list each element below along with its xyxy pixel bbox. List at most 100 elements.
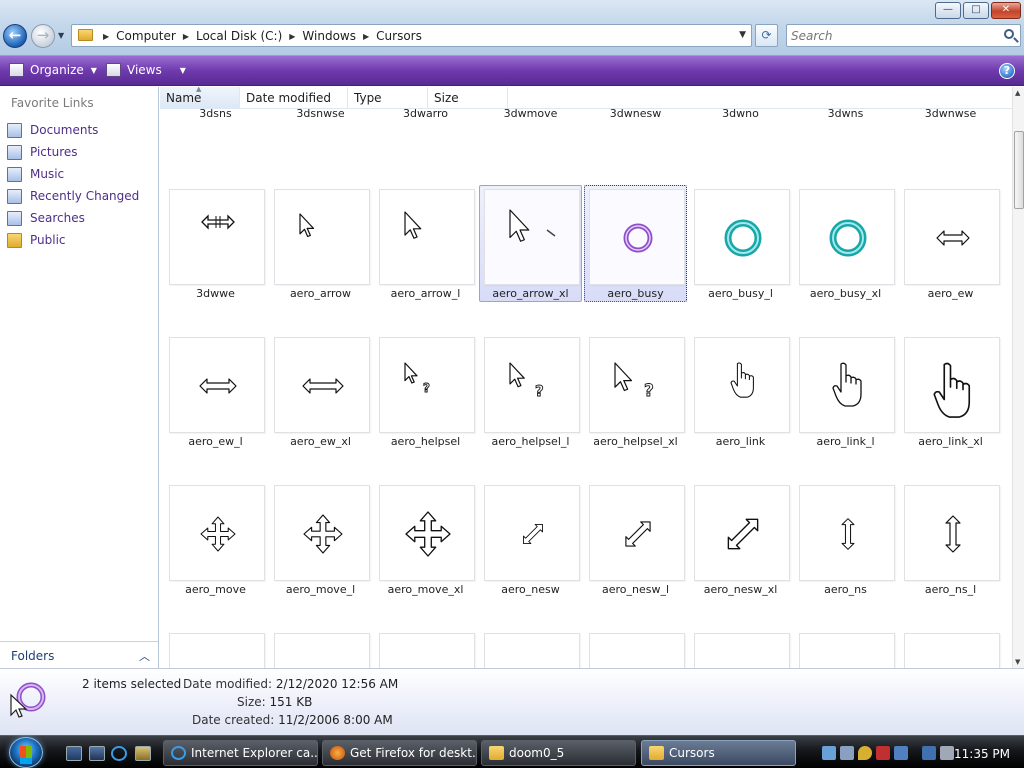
file-item-partial[interactable] [584,629,687,668]
chevron-right-icon[interactable]: ▶ [363,32,369,41]
file-item[interactable]: aero_move_l [269,481,372,598]
file-item-partial[interactable] [269,629,372,668]
file-item[interactable]: aero_ew_xl [269,333,372,450]
minimize-button[interactable]: — [935,2,961,19]
nav-item-music[interactable]: Music [7,163,139,185]
chevron-right-icon[interactable]: ▶ [289,32,295,41]
file-item[interactable]: aero_ew_l [164,333,267,450]
help-button[interactable]: ? [999,63,1015,79]
sort-ascending-icon: ▲ [196,87,202,93]
chevron-right-icon[interactable]: ▶ [103,32,109,41]
refresh-button[interactable]: ⟳ [755,24,778,47]
file-item[interactable]: aero_nesw_l [584,481,687,598]
file-item[interactable]: 3dwnesw [584,109,687,122]
file-item[interactable]: ? aero_helpsel [374,333,477,450]
address-dropdown-icon[interactable]: ▼ [739,30,746,40]
tray-volume-icon[interactable] [940,746,954,760]
taskbar: Internet Explorer ca... Get Firefox for … [0,735,1024,768]
maximize-button[interactable]: □ [963,2,989,19]
show-desktop-icon[interactable] [66,746,82,761]
taskbar-item-cursors[interactable]: Cursors [641,740,796,766]
file-item[interactable]: aero_busy_xl [794,185,897,302]
views-button[interactable]: Views ▼ [106,63,186,77]
file-item[interactable]: aero_link [689,333,792,450]
search-box[interactable] [786,24,1021,47]
scrollbar-thumb[interactable] [1014,131,1024,209]
file-item[interactable]: aero_nesw [479,481,582,598]
file-item[interactable]: 3dwns [794,109,897,122]
file-item[interactable]: aero_move [164,481,267,598]
file-item[interactable]: aero_ns_l [899,481,1002,598]
vertical-scrollbar[interactable]: ▲ ▼ [1012,87,1024,668]
file-item[interactable]: 3dsnwse [269,109,372,122]
taskbar-item-ie[interactable]: Internet Explorer ca... [163,740,318,766]
file-item[interactable]: aero_arrow_xl [479,185,582,302]
forward-button[interactable]: → [31,24,55,48]
file-name: 3dsns [199,109,232,120]
back-button[interactable]: ← [3,24,27,48]
internet-explorer-icon[interactable] [111,746,127,761]
file-item[interactable]: aero_nesw_xl [689,481,792,598]
nav-item-recently-changed[interactable]: Recently Changed [7,185,139,207]
clock[interactable]: 11:35 PM [954,747,1010,761]
tray-shield-icon[interactable] [858,746,872,760]
scroll-down-icon[interactable]: ▼ [1015,658,1020,666]
tray-app-icon[interactable] [840,746,854,760]
file-item[interactable]: 3dwmove [479,109,582,122]
file-item[interactable]: aero_busy [584,185,687,302]
close-button[interactable]: ✕ [991,2,1021,19]
tray-app-icon[interactable] [894,746,908,760]
quick-launch-app-icon[interactable] [135,746,151,761]
folders-toggle[interactable]: Folders ︿ [0,641,158,668]
start-button[interactable] [9,737,43,768]
taskbar-item-doom[interactable]: doom0_5 [481,740,636,766]
column-header-date-modified[interactable]: Date modified [240,87,348,109]
breadcrumb-windows[interactable]: Windows [302,29,356,43]
tray-network-icon[interactable] [822,746,836,760]
file-item[interactable]: aero_ns [794,481,897,598]
file-item[interactable]: aero_busy_l [689,185,792,302]
file-name: aero_helpsel_l [491,435,570,448]
file-item-partial[interactable] [164,629,267,668]
column-header-name[interactable]: ▲ Name [160,87,240,109]
column-header-type[interactable]: Type [348,87,428,109]
tray-monitor-icon[interactable] [922,746,936,760]
nav-item-pictures[interactable]: Pictures [7,141,139,163]
file-item[interactable]: aero_link_xl [899,333,1002,450]
file-item[interactable]: ? aero_helpsel_xl [584,333,687,450]
file-item[interactable]: aero_move_xl [374,481,477,598]
nav-item-documents[interactable]: Documents [7,119,139,141]
tray-security-icon[interactable] [876,746,890,760]
file-thumbnail [589,189,685,285]
file-item-partial[interactable] [479,629,582,668]
taskbar-item-firefox[interactable]: Get Firefox for deskt... [322,740,477,766]
file-item[interactable]: 3dwno [689,109,792,122]
file-item[interactable]: aero_arrow_l [374,185,477,302]
scroll-up-icon[interactable]: ▲ [1015,89,1020,97]
file-item[interactable]: aero_arrow [269,185,372,302]
breadcrumb-computer[interactable]: Computer [116,29,176,43]
breadcrumb-local-disk[interactable]: Local Disk (C:) [196,29,282,43]
breadcrumb-cursors[interactable]: Cursors [376,29,422,43]
organize-button[interactable]: Organize ▼ [9,63,97,77]
file-item-partial[interactable] [689,629,792,668]
search-input[interactable] [791,27,991,44]
nav-item-searches[interactable]: Searches [7,207,139,229]
file-item[interactable]: ? aero_helpsel_l [479,333,582,450]
file-item[interactable]: 3dwwe [164,185,267,302]
search-icon[interactable] [1004,29,1014,39]
file-item[interactable]: 3dwarro [374,109,477,122]
file-item[interactable]: 3dwnwse [899,109,1002,122]
file-item-partial[interactable] [899,629,1002,668]
recent-pages-dropdown-icon[interactable]: ▼ [58,31,64,40]
address-bar[interactable]: ▶ Computer ▶ Local Disk (C:) ▶ Windows ▶… [71,24,752,47]
switch-windows-icon[interactable] [89,746,105,761]
file-item-partial[interactable] [374,629,477,668]
file-item[interactable]: aero_link_l [794,333,897,450]
file-item[interactable]: aero_ew [899,185,1002,302]
file-item-partial[interactable] [794,629,897,668]
chevron-right-icon[interactable]: ▶ [183,32,189,41]
file-item[interactable]: 3dsns [164,109,267,122]
nav-item-public[interactable]: Public [7,229,139,251]
column-header-size[interactable]: Size [428,87,508,109]
